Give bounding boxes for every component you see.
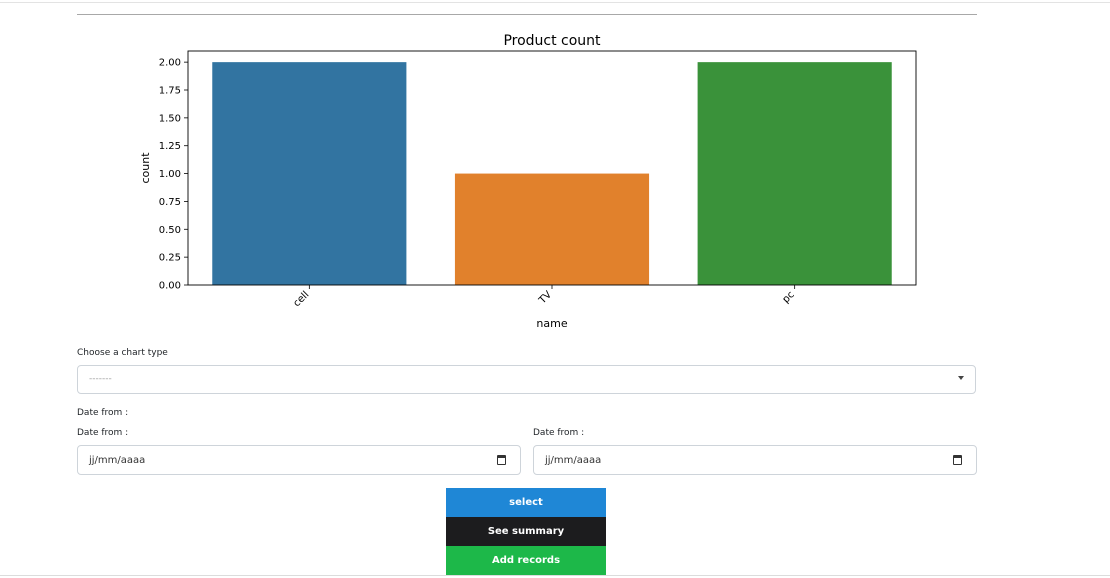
chart-type-label: Choose a chart type bbox=[77, 348, 168, 358]
calendar-icon[interactable] bbox=[497, 455, 506, 465]
x-tick-label: TV bbox=[536, 289, 554, 307]
chart-type-value: ------- bbox=[89, 374, 112, 384]
y-tick-label: 1.75 bbox=[159, 86, 181, 97]
date-from-label-1: Date from : bbox=[77, 428, 129, 438]
y-axis-label: count bbox=[139, 152, 152, 184]
x-tick-label: pc bbox=[781, 289, 797, 305]
y-tick-label: 0.50 bbox=[159, 225, 181, 236]
bar-cell bbox=[212, 62, 407, 286]
date-section-label: Date from : bbox=[77, 408, 129, 418]
chart-title: Product count bbox=[503, 33, 601, 49]
date-from-input-1[interactable]: jj/mm/aaaa bbox=[77, 445, 521, 475]
top-border bbox=[0, 2, 1110, 3]
x-axis-label: name bbox=[536, 317, 567, 330]
divider-line bbox=[77, 14, 977, 15]
date-placeholder-1: jj/mm/aaaa bbox=[89, 455, 146, 466]
bar-pc bbox=[697, 62, 892, 286]
date-from-label-2: Date from : bbox=[533, 428, 585, 438]
y-tick-label: 0.75 bbox=[159, 197, 181, 208]
y-tick-label: 2.00 bbox=[159, 58, 181, 69]
y-tick-label: 1.00 bbox=[159, 169, 181, 180]
date-placeholder-2: jj/mm/aaaa bbox=[545, 455, 602, 466]
add-records-button[interactable]: Add records bbox=[446, 546, 606, 575]
select-button[interactable]: select bbox=[446, 488, 606, 517]
product-count-chart: cell TV pc 0.00 0.25 0.50 0.75 1.00 1.25 1.50 1.75… bbox=[139, 33, 917, 330]
date-from-input-2[interactable]: jj/mm/aaaa bbox=[533, 445, 977, 475]
x-tick-label: cell bbox=[292, 289, 312, 309]
see-summary-button[interactable]: See summary bbox=[446, 517, 606, 546]
calendar-icon[interactable] bbox=[953, 455, 962, 465]
y-tick-label: 1.25 bbox=[159, 141, 181, 152]
y-tick-label: 0.00 bbox=[159, 281, 181, 292]
y-tick-label: 0.25 bbox=[159, 253, 181, 264]
chevron-down-icon bbox=[958, 376, 964, 380]
bottom-border bbox=[0, 575, 1110, 576]
chart-type-select[interactable]: ------- bbox=[77, 365, 976, 394]
bar-tv bbox=[454, 173, 650, 285]
y-tick-label: 1.50 bbox=[159, 113, 181, 124]
